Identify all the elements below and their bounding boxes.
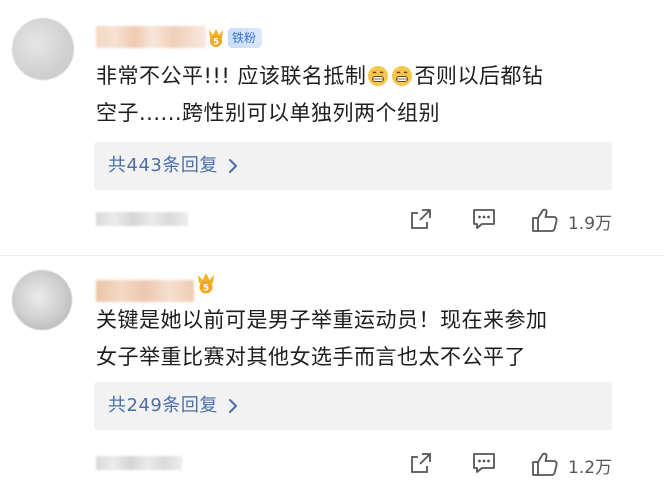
username-blurred[interactable] [96,26,206,48]
divider [0,255,664,256]
share-icon[interactable] [408,450,434,476]
comment-icon[interactable] [470,206,498,232]
comment-item: 5 铁粉 非常不公平!!! 应该联名抵制 否则以后都钻 空子......跨性别可以… [0,0,664,255]
grinning-grimace-icon [368,66,389,86]
username-blurred[interactable] [96,280,194,302]
like-count: 1.9万 [568,214,613,234]
comment-text: 关键是她以前可是男子举重运动员！现在来参加 女子举重比赛对其他女选手而言也太不公… [96,302,636,376]
chevron-right-icon [229,159,237,173]
share-icon[interactable] [408,206,434,232]
comment-item: 5 关键是她以前可是男子举重运动员！现在来参加 女子举重比赛对其他女选手而言也太… [0,258,664,498]
comment-text-part: 关键是她以前可是男子举重运动员！现在来参加 [96,308,548,332]
like-count: 1.2万 [568,458,613,478]
fan-level-medal-icon: 5 [198,273,214,294]
like-button[interactable]: 1.2万 [530,450,612,482]
thumbs-up-icon [532,452,558,476]
comment-icon[interactable] [470,450,498,476]
comment-text-part: 否则以后都钻 [414,64,544,88]
comment-text-part: 女子举重比赛对其他女选手而言也太不公平了 [96,345,526,369]
fan-badge: 铁粉 [228,28,263,48]
like-button[interactable]: 1.9万 [530,206,612,238]
timestamp-blurred [96,212,188,226]
fan-badge-label: 铁粉 [232,31,257,45]
avatar[interactable] [12,18,74,80]
replies-count-label: 共443条回复 [108,155,218,176]
svg-text:5: 5 [203,284,209,294]
replies-count-label: 共249条回复 [108,395,218,416]
view-replies-button[interactable]: 共443条回复 [94,142,612,190]
comment-text: 非常不公平!!! 应该联名抵制 否则以后都钻 空子......跨性别可以单独列两个… [96,58,636,132]
comment-text-part: 非常不公平!!! 应该联名抵制 [96,64,367,88]
svg-text:5: 5 [213,38,219,48]
view-replies-button[interactable]: 共249条回复 [94,382,612,430]
chevron-right-icon [229,399,237,413]
comment-text-part: 空子......跨性别可以单独列两个组别 [96,101,441,125]
fan-level-medal-icon: 5 [209,29,223,48]
grinning-grimace-icon [392,66,413,86]
thumbs-up-icon [532,208,558,232]
avatar[interactable] [12,270,72,330]
timestamp-blurred [96,456,182,470]
